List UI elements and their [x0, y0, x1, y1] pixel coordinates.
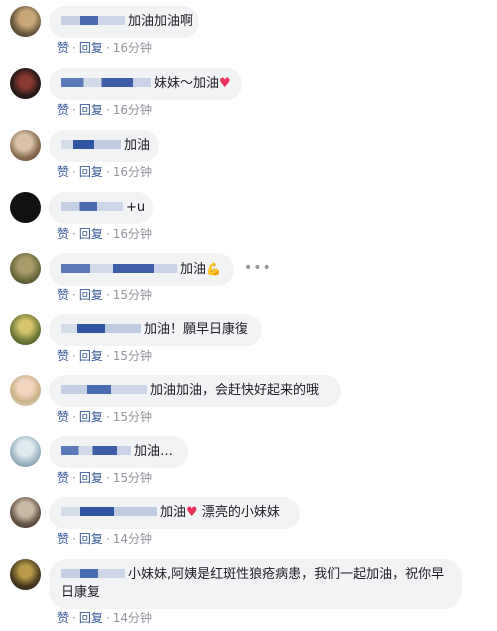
timestamp[interactable]: 16分钟	[113, 165, 152, 179]
blurred-author-name[interactable]	[61, 140, 121, 149]
comment-actions: 赞 · 回复 · 14分钟	[57, 532, 152, 546]
blurred-author-name[interactable]	[61, 385, 147, 394]
timestamp[interactable]: 15分钟	[113, 349, 152, 363]
comment-actions: 赞 · 回复 · 15分钟	[57, 410, 152, 424]
comment-text: 加油	[180, 262, 207, 277]
comment-actions: 赞 · 回复 · 15分钟	[57, 288, 152, 302]
comment-actions: 赞 · 回复 · 16分钟	[57, 41, 152, 55]
reply-link[interactable]: 回复	[79, 471, 103, 485]
reply-link[interactable]: 回复	[79, 532, 103, 546]
avatar[interactable]	[10, 253, 41, 284]
avatar[interactable]	[10, 497, 41, 528]
comment-bubble: 加油…	[49, 436, 188, 468]
comment-bubble: 加油♥ 漂亮的小妹妹	[49, 497, 300, 529]
more-options-icon[interactable]: •••	[244, 260, 272, 276]
like-link[interactable]: 赞	[57, 471, 69, 485]
comment-text: 加油	[124, 138, 151, 153]
avatar[interactable]	[10, 130, 41, 161]
timestamp[interactable]: 16分钟	[113, 227, 152, 241]
blurred-author-name[interactable]	[61, 16, 125, 25]
comment-bubble: 小妹妹,阿姨是红斑性狼疮病患，我们一起加油，祝你早日康复	[49, 559, 462, 609]
avatar[interactable]	[10, 436, 41, 467]
like-link[interactable]: 赞	[57, 165, 69, 179]
blurred-author-name[interactable]	[61, 78, 151, 87]
comment-actions: 赞 · 回复 · 16分钟	[57, 103, 152, 117]
comment-text: 加油…	[134, 444, 174, 459]
like-link[interactable]: 赞	[57, 227, 69, 241]
timestamp[interactable]: 15分钟	[113, 410, 152, 424]
heart-emoji: ♥	[186, 505, 198, 520]
blurred-author-name[interactable]	[61, 202, 123, 211]
comment-actions: 赞 · 回复 · 15分钟	[57, 471, 152, 485]
blurred-author-name[interactable]	[61, 507, 157, 516]
comment-bubble: 加油💪	[49, 253, 234, 286]
reply-link[interactable]: 回复	[79, 611, 103, 625]
comment-text: 加油加油，会赶快好起来的哦	[150, 383, 320, 398]
comment-actions: 赞 · 回复 · 16分钟	[57, 165, 152, 179]
comment-text: 加油	[160, 505, 187, 520]
comment-bubble: 加油	[49, 130, 159, 162]
like-link[interactable]: 赞	[57, 410, 69, 424]
timestamp[interactable]: 14分钟	[113, 532, 152, 546]
avatar[interactable]	[10, 314, 41, 345]
comment-bubble: 加油加油啊	[49, 6, 199, 38]
like-link[interactable]: 赞	[57, 611, 69, 625]
comment-actions: 赞 · 回复 · 15分钟	[57, 349, 152, 363]
blurred-author-name[interactable]	[61, 264, 177, 273]
avatar[interactable]	[10, 375, 41, 406]
comment-bubble: +u	[49, 192, 153, 224]
comment-bubble: 加油加油，会赶快好起来的哦	[49, 375, 341, 407]
comment-text: 加油加油啊	[128, 14, 194, 29]
comment-bubble: 妹妹～加油♥	[49, 68, 242, 100]
like-link[interactable]: 赞	[57, 288, 69, 302]
reply-link[interactable]: 回复	[79, 410, 103, 424]
timestamp[interactable]: 14分钟	[113, 611, 152, 625]
avatar[interactable]	[10, 559, 41, 590]
blurred-author-name[interactable]	[61, 324, 141, 333]
reply-link[interactable]: 回复	[79, 349, 103, 363]
comment-text: +u	[126, 200, 146, 215]
flexed-biceps-emoji: 💪	[206, 262, 221, 276]
comment-text-continued: 漂亮的小妹妹	[201, 505, 280, 520]
comment-bubble: 加油！願早日康復	[49, 314, 262, 346]
comment-actions: 赞 · 回复 · 14分钟	[57, 611, 152, 625]
timestamp[interactable]: 16分钟	[113, 41, 152, 55]
avatar[interactable]	[10, 68, 41, 99]
timestamp[interactable]: 15分钟	[113, 288, 152, 302]
like-link[interactable]: 赞	[57, 349, 69, 363]
comment-actions: 赞 · 回复 · 16分钟	[57, 227, 152, 241]
like-link[interactable]: 赞	[57, 41, 69, 55]
avatar[interactable]	[10, 192, 41, 223]
heart-emoji: ♥	[219, 76, 231, 91]
reply-link[interactable]: 回复	[79, 103, 103, 117]
reply-link[interactable]: 回复	[79, 165, 103, 179]
reply-link[interactable]: 回复	[79, 288, 103, 302]
reply-link[interactable]: 回复	[79, 227, 103, 241]
timestamp[interactable]: 15分钟	[113, 471, 152, 485]
reply-link[interactable]: 回复	[79, 41, 103, 55]
blurred-author-name[interactable]	[61, 569, 125, 578]
blurred-author-name[interactable]	[61, 446, 131, 455]
avatar[interactable]	[10, 6, 41, 37]
like-link[interactable]: 赞	[57, 103, 69, 117]
like-link[interactable]: 赞	[57, 532, 69, 546]
timestamp[interactable]: 16分钟	[113, 103, 152, 117]
comment-text: 妹妹～加油	[154, 76, 220, 91]
comment-text: 加油！願早日康復	[144, 322, 249, 337]
